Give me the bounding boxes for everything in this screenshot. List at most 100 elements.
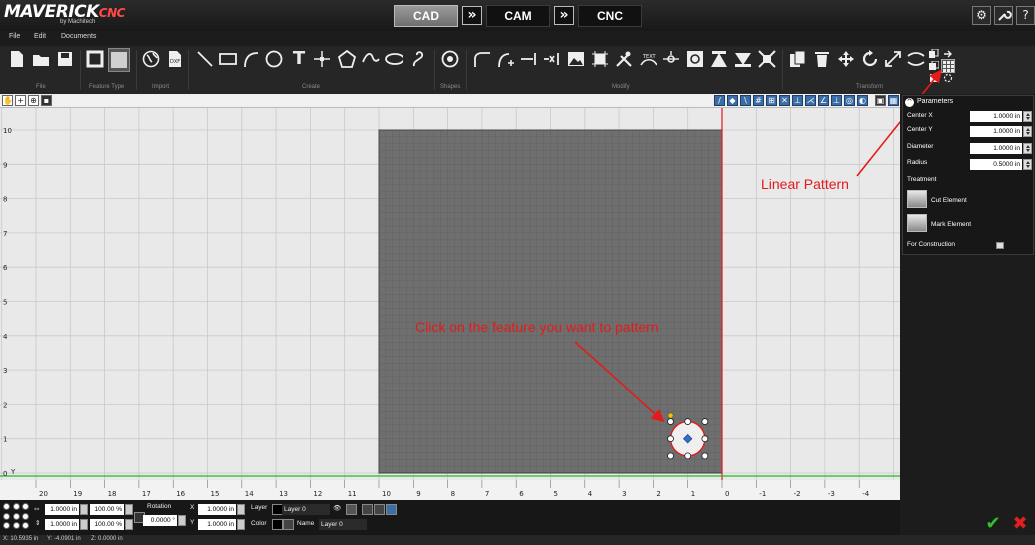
text-tool-icon[interactable]: T bbox=[290, 50, 308, 68]
layer-down-icon[interactable] bbox=[374, 504, 385, 515]
nest-icon[interactable] bbox=[928, 72, 940, 84]
anchor-dot[interactable] bbox=[3, 503, 10, 510]
cut-element-icon[interactable] bbox=[907, 190, 927, 208]
stack-copy-icon[interactable] bbox=[928, 60, 940, 72]
open-folder-icon[interactable] bbox=[32, 50, 50, 68]
ok-checkmark-icon[interactable]: ✔ bbox=[983, 515, 1003, 533]
rotation-spinner[interactable] bbox=[178, 515, 186, 526]
snap-angle-icon[interactable]: ∠ bbox=[818, 95, 829, 106]
diameter-input[interactable]: 1.0000 in bbox=[970, 143, 1022, 154]
rotate-icon[interactable] bbox=[861, 50, 879, 68]
anchor-dot[interactable] bbox=[3, 512, 10, 520]
snap-endpoint-icon[interactable]: \ bbox=[740, 95, 751, 106]
feature-type-outline-icon[interactable] bbox=[86, 50, 104, 68]
settings-icon[interactable]: ⚙ bbox=[972, 6, 991, 25]
layer-up-icon[interactable] bbox=[362, 504, 373, 515]
height-input[interactable]: 1.0000 in bbox=[45, 519, 79, 530]
add-arc-icon[interactable] bbox=[497, 50, 515, 68]
menu-documents[interactable]: Documents bbox=[61, 33, 96, 40]
layer-visibility-icon[interactable]: 👁 bbox=[333, 504, 341, 512]
width-spinner[interactable] bbox=[80, 504, 88, 515]
width-percent-spinner[interactable] bbox=[125, 504, 133, 515]
center-x-input[interactable]: 1.0000 in bbox=[970, 111, 1022, 122]
rotation-input[interactable]: 0.0000 ° bbox=[143, 515, 177, 526]
mode-cnc-button[interactable]: CNC bbox=[578, 5, 642, 27]
height-percent-spinner[interactable] bbox=[125, 519, 133, 530]
y-position-input[interactable]: 1.0000 in bbox=[198, 519, 236, 530]
circular-pattern-icon[interactable] bbox=[942, 72, 954, 84]
height-percent-input[interactable]: 100.00 % bbox=[90, 519, 124, 530]
mark-element-label[interactable]: Mark Element bbox=[931, 221, 971, 228]
selection-handle[interactable] bbox=[684, 418, 692, 425]
delete-icon[interactable] bbox=[813, 50, 831, 68]
copy-icon[interactable] bbox=[789, 50, 807, 68]
snap-quadrant-icon[interactable]: ◐ bbox=[857, 95, 868, 106]
image-trace-icon[interactable] bbox=[567, 50, 585, 68]
selection-handle[interactable] bbox=[684, 452, 692, 460]
selection-handle[interactable] bbox=[701, 435, 709, 443]
center-y-spinner[interactable] bbox=[1023, 126, 1032, 137]
zoom-window-icon[interactable]: ⊕ bbox=[28, 95, 39, 106]
save-icon[interactable] bbox=[56, 50, 74, 68]
width-percent-input[interactable]: 100.00 % bbox=[90, 504, 124, 515]
feature-type-filled-icon[interactable] bbox=[108, 48, 130, 72]
anchor-dot[interactable] bbox=[12, 503, 20, 510]
anchor-dot[interactable] bbox=[22, 512, 30, 520]
zoom-extents-icon[interactable]: ▪ bbox=[41, 95, 52, 106]
text-on-path-icon[interactable]: TEXT bbox=[639, 50, 657, 68]
shapes-library-icon[interactable] bbox=[441, 50, 459, 68]
wrench-icon[interactable] bbox=[994, 6, 1013, 25]
mode-cad-button[interactable]: CAD bbox=[394, 5, 458, 27]
new-file-icon[interactable] bbox=[8, 50, 26, 68]
split-icon[interactable] bbox=[662, 50, 680, 68]
y-position-spinner[interactable] bbox=[237, 519, 245, 530]
layer-add-icon[interactable] bbox=[386, 504, 397, 515]
selection-handle[interactable] bbox=[667, 418, 674, 425]
bounding-box-icon[interactable] bbox=[591, 50, 609, 68]
x-position-input[interactable]: 1.0000 in bbox=[198, 504, 236, 515]
layer-select[interactable]: Layer 0 bbox=[282, 504, 330, 515]
for-construction-checkbox[interactable] bbox=[996, 242, 1004, 249]
selection-handle[interactable] bbox=[667, 452, 674, 460]
array-copy-icon[interactable] bbox=[928, 48, 940, 60]
linear-pattern-icon[interactable] bbox=[941, 59, 955, 73]
grid-toggle-icon[interactable]: ▦ bbox=[888, 95, 899, 106]
help-icon[interactable]: ? bbox=[1016, 6, 1035, 25]
cut-element-label[interactable]: Cut Element bbox=[931, 197, 967, 204]
center-y-input[interactable]: 1.0000 in bbox=[970, 126, 1022, 137]
width-input[interactable]: 1.0000 in bbox=[45, 504, 79, 515]
move-icon[interactable] bbox=[837, 50, 855, 68]
freehand-tool-icon[interactable] bbox=[410, 50, 428, 68]
align-icon[interactable] bbox=[710, 50, 728, 68]
canvas-drawing[interactable]: 20 19 18 17 16 15 14 13 12 11 10 9 8 7 6 5 4 3 2 1 0 -1 -2 -3 -4… bbox=[0, 108, 900, 500]
diameter-spinner[interactable] bbox=[1023, 143, 1032, 154]
snap-perpendicular-icon[interactable]: ⊥ bbox=[792, 95, 803, 106]
menu-edit[interactable]: Edit bbox=[34, 33, 46, 40]
selection-handle[interactable] bbox=[701, 418, 709, 425]
polygon-tool-icon[interactable] bbox=[338, 50, 356, 68]
trim-icon[interactable] bbox=[543, 50, 561, 68]
snap-intersection-icon[interactable]: ✕ bbox=[779, 95, 790, 106]
zoom-in-icon[interactable]: + bbox=[15, 95, 26, 106]
line-tool-icon[interactable] bbox=[196, 50, 214, 68]
globe-icon[interactable] bbox=[142, 50, 160, 68]
anchor-dot[interactable] bbox=[22, 522, 30, 530]
menu-file[interactable]: File bbox=[9, 33, 20, 40]
snap-grid-icon[interactable]: # bbox=[753, 95, 764, 106]
color-swatch[interactable] bbox=[272, 519, 283, 530]
mode-cam-button[interactable]: CAM bbox=[486, 5, 550, 27]
circle-tool-icon[interactable] bbox=[265, 50, 283, 68]
anchor-dot[interactable] bbox=[22, 503, 30, 510]
ellipse-tool-icon[interactable] bbox=[385, 50, 403, 68]
cancel-x-icon[interactable]: ✖ bbox=[1010, 515, 1030, 533]
snap-tangent-icon[interactable]: ⋌ bbox=[805, 95, 816, 106]
center-icon[interactable] bbox=[686, 50, 704, 68]
snap-point-icon[interactable]: ◆ bbox=[727, 95, 738, 106]
distribute-icon[interactable] bbox=[734, 50, 752, 68]
snap-nearest-icon[interactable]: ⊥ bbox=[831, 95, 842, 106]
spline-tool-icon[interactable] bbox=[362, 50, 380, 68]
name-input[interactable]: Layer 0 bbox=[319, 519, 367, 530]
height-spinner[interactable] bbox=[80, 519, 88, 530]
extend-icon[interactable] bbox=[520, 50, 538, 68]
anchor-dot[interactable] bbox=[12, 512, 20, 520]
